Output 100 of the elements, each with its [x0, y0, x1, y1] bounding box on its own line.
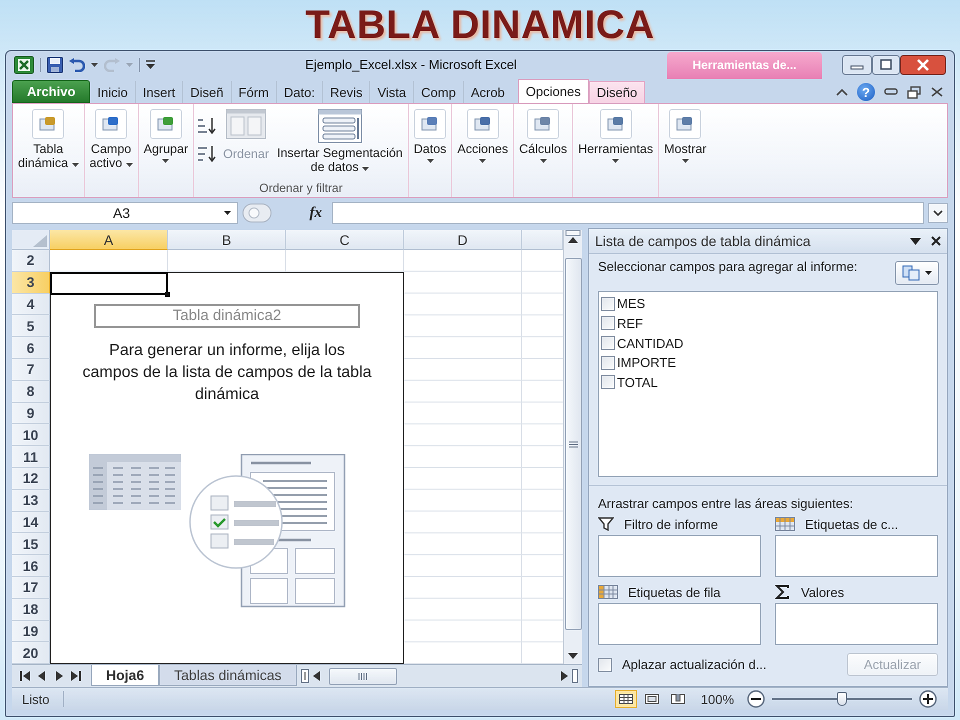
- scroll-right-icon[interactable]: [560, 671, 568, 682]
- status-text: Listo: [12, 691, 64, 708]
- maximize-icon[interactable]: [872, 54, 900, 75]
- insert-function-button[interactable]: fx: [310, 204, 322, 222]
- previous-sheet-icon[interactable]: [37, 671, 47, 682]
- ribbon-button[interactable]: Cálculos: [517, 107, 570, 166]
- field-name: REF: [617, 316, 643, 331]
- area-label: Valores: [801, 584, 844, 600]
- zoom-out-icon[interactable]: [746, 690, 766, 708]
- sort-descending-icon[interactable]: [197, 145, 218, 164]
- ribbon-button[interactable]: Agrupar: [142, 107, 190, 166]
- placeholder-message: Para generar un informe, elija los campos de la lista de campos de la tabla dinámica: [81, 340, 373, 405]
- field-checkbox[interactable]: [601, 356, 615, 370]
- save-icon[interactable]: [47, 56, 63, 73]
- row-header[interactable]: 10: [12, 424, 50, 446]
- row-header[interactable]: 16: [12, 555, 50, 578]
- row-header[interactable]: 7: [12, 359, 50, 381]
- close-icon[interactable]: [900, 54, 946, 75]
- grip-icon: [568, 440, 578, 448]
- layout-icon: [902, 265, 920, 282]
- restore-icon[interactable]: [907, 86, 921, 99]
- sheet-tab[interactable]: Tablas dinámicas: [159, 665, 297, 686]
- minimize-icon[interactable]: [884, 88, 898, 96]
- field-name: MES: [617, 296, 646, 312]
- close-icon[interactable]: [931, 236, 941, 246]
- row-header[interactable]: 18: [12, 598, 50, 621]
- collapse-ribbon-icon[interactable]: [836, 88, 848, 96]
- ribbon-button[interactable]: Acciones: [455, 107, 510, 166]
- ribbon-tab[interactable]: Inicio: [90, 81, 135, 104]
- toolbar-icon: [676, 116, 694, 132]
- minimize-icon[interactable]: [842, 54, 872, 75]
- field-checkbox[interactable]: [601, 375, 615, 390]
- defer-checkbox[interactable]: [598, 658, 612, 672]
- column-header[interactable]: D: [404, 230, 522, 250]
- row-header[interactable]: 15: [12, 533, 50, 556]
- ribbon-button[interactable]: Datos: [412, 107, 448, 166]
- file-menu-tab[interactable]: Archivo: [12, 80, 90, 104]
- row-header[interactable]: 8: [12, 380, 50, 403]
- filter-icon: [598, 517, 614, 532]
- caret-icon: [126, 62, 133, 67]
- undo-icon[interactable]: [69, 58, 85, 72]
- sort-ascending-icon[interactable]: [197, 117, 218, 136]
- row-header[interactable]: 5: [12, 315, 50, 338]
- ribbon-button[interactable]: Herramientas: [576, 107, 656, 166]
- pane-menu-icon[interactable]: [910, 238, 921, 245]
- instruction-text: Arrastrar campos entre las áreas siguientes:: [597, 495, 854, 512]
- last-sheet-icon[interactable]: [71, 671, 81, 682]
- scroll-up-icon[interactable]: [568, 236, 578, 244]
- ribbon-tab[interactable]: Opciones: [518, 79, 589, 104]
- spreadsheet-app-icon[interactable]: [14, 56, 34, 74]
- name-box[interactable]: A3: [12, 202, 238, 224]
- sheet-tab[interactable]: Hoja6: [91, 665, 160, 686]
- row-header[interactable]: 17: [12, 577, 50, 599]
- caret-icon: [925, 271, 932, 276]
- row-header[interactable]: 20: [12, 642, 50, 664]
- customize-toolbar-icon[interactable]: [146, 60, 155, 70]
- column-header[interactable]: C: [286, 230, 404, 250]
- scroll-down-icon[interactable]: [568, 652, 578, 660]
- row-header[interactable]: 3: [12, 272, 50, 294]
- corner-triangle-icon: [33, 235, 47, 248]
- field-checkbox[interactable]: [601, 316, 615, 330]
- slide-title: TABLA DINAMICA: [305, 2, 655, 48]
- normal-view-button[interactable]: [614, 690, 637, 708]
- row-header[interactable]: 4: [12, 294, 50, 316]
- ribbon-button[interactable]: Tabla dinámica: [16, 107, 80, 172]
- field-checkbox[interactable]: [601, 296, 615, 311]
- ribbon-button[interactable]: Mostrar: [662, 107, 708, 166]
- ribbon-button[interactable]: Insertar Segmentación de datos: [274, 107, 405, 176]
- tab-splitter-icon[interactable]: [300, 669, 309, 684]
- column-header[interactable]: B: [168, 230, 286, 250]
- scroll-left-icon[interactable]: [312, 671, 321, 682]
- vertical-scrollbar[interactable]: [563, 230, 582, 664]
- formula-input[interactable]: [332, 202, 924, 224]
- field-name: IMPORTE: [617, 355, 676, 370]
- layout-button[interactable]: [895, 261, 939, 286]
- row-header[interactable]: 13: [12, 490, 50, 512]
- column-header[interactable]: A: [50, 230, 168, 250]
- next-sheet-icon[interactable]: [54, 671, 64, 682]
- ribbon-tab[interactable]: Diseño: [588, 81, 646, 104]
- row-header[interactable]: 19: [12, 620, 50, 642]
- toolbar-icon: [156, 116, 175, 132]
- zoom-level[interactable]: 100%: [700, 692, 734, 707]
- field-checkbox[interactable]: [601, 336, 615, 350]
- row-header[interactable]: 12: [12, 468, 50, 490]
- first-sheet-icon[interactable]: [20, 671, 30, 682]
- slider-thumb[interactable]: [837, 692, 847, 706]
- row-header[interactable]: 2: [12, 250, 50, 272]
- zoom-in-icon[interactable]: [918, 690, 938, 708]
- row-header[interactable]: 11: [12, 446, 50, 468]
- close-icon[interactable]: [930, 86, 944, 98]
- pane-title: Lista de campos de tabla dinámica: [595, 233, 812, 250]
- expand-icon[interactable]: [928, 203, 948, 224]
- scrollbar-thumb[interactable]: [328, 668, 397, 686]
- area-label: Filtro de informe: [624, 516, 718, 532]
- row-header[interactable]: 9: [12, 402, 50, 424]
- scrollbar-thumb[interactable]: [564, 258, 582, 630]
- ribbon-button[interactable]: Campo activo: [88, 107, 135, 172]
- row-header[interactable]: 6: [12, 337, 50, 360]
- sum-icon: [775, 585, 791, 600]
- row-header[interactable]: 14: [12, 512, 50, 534]
